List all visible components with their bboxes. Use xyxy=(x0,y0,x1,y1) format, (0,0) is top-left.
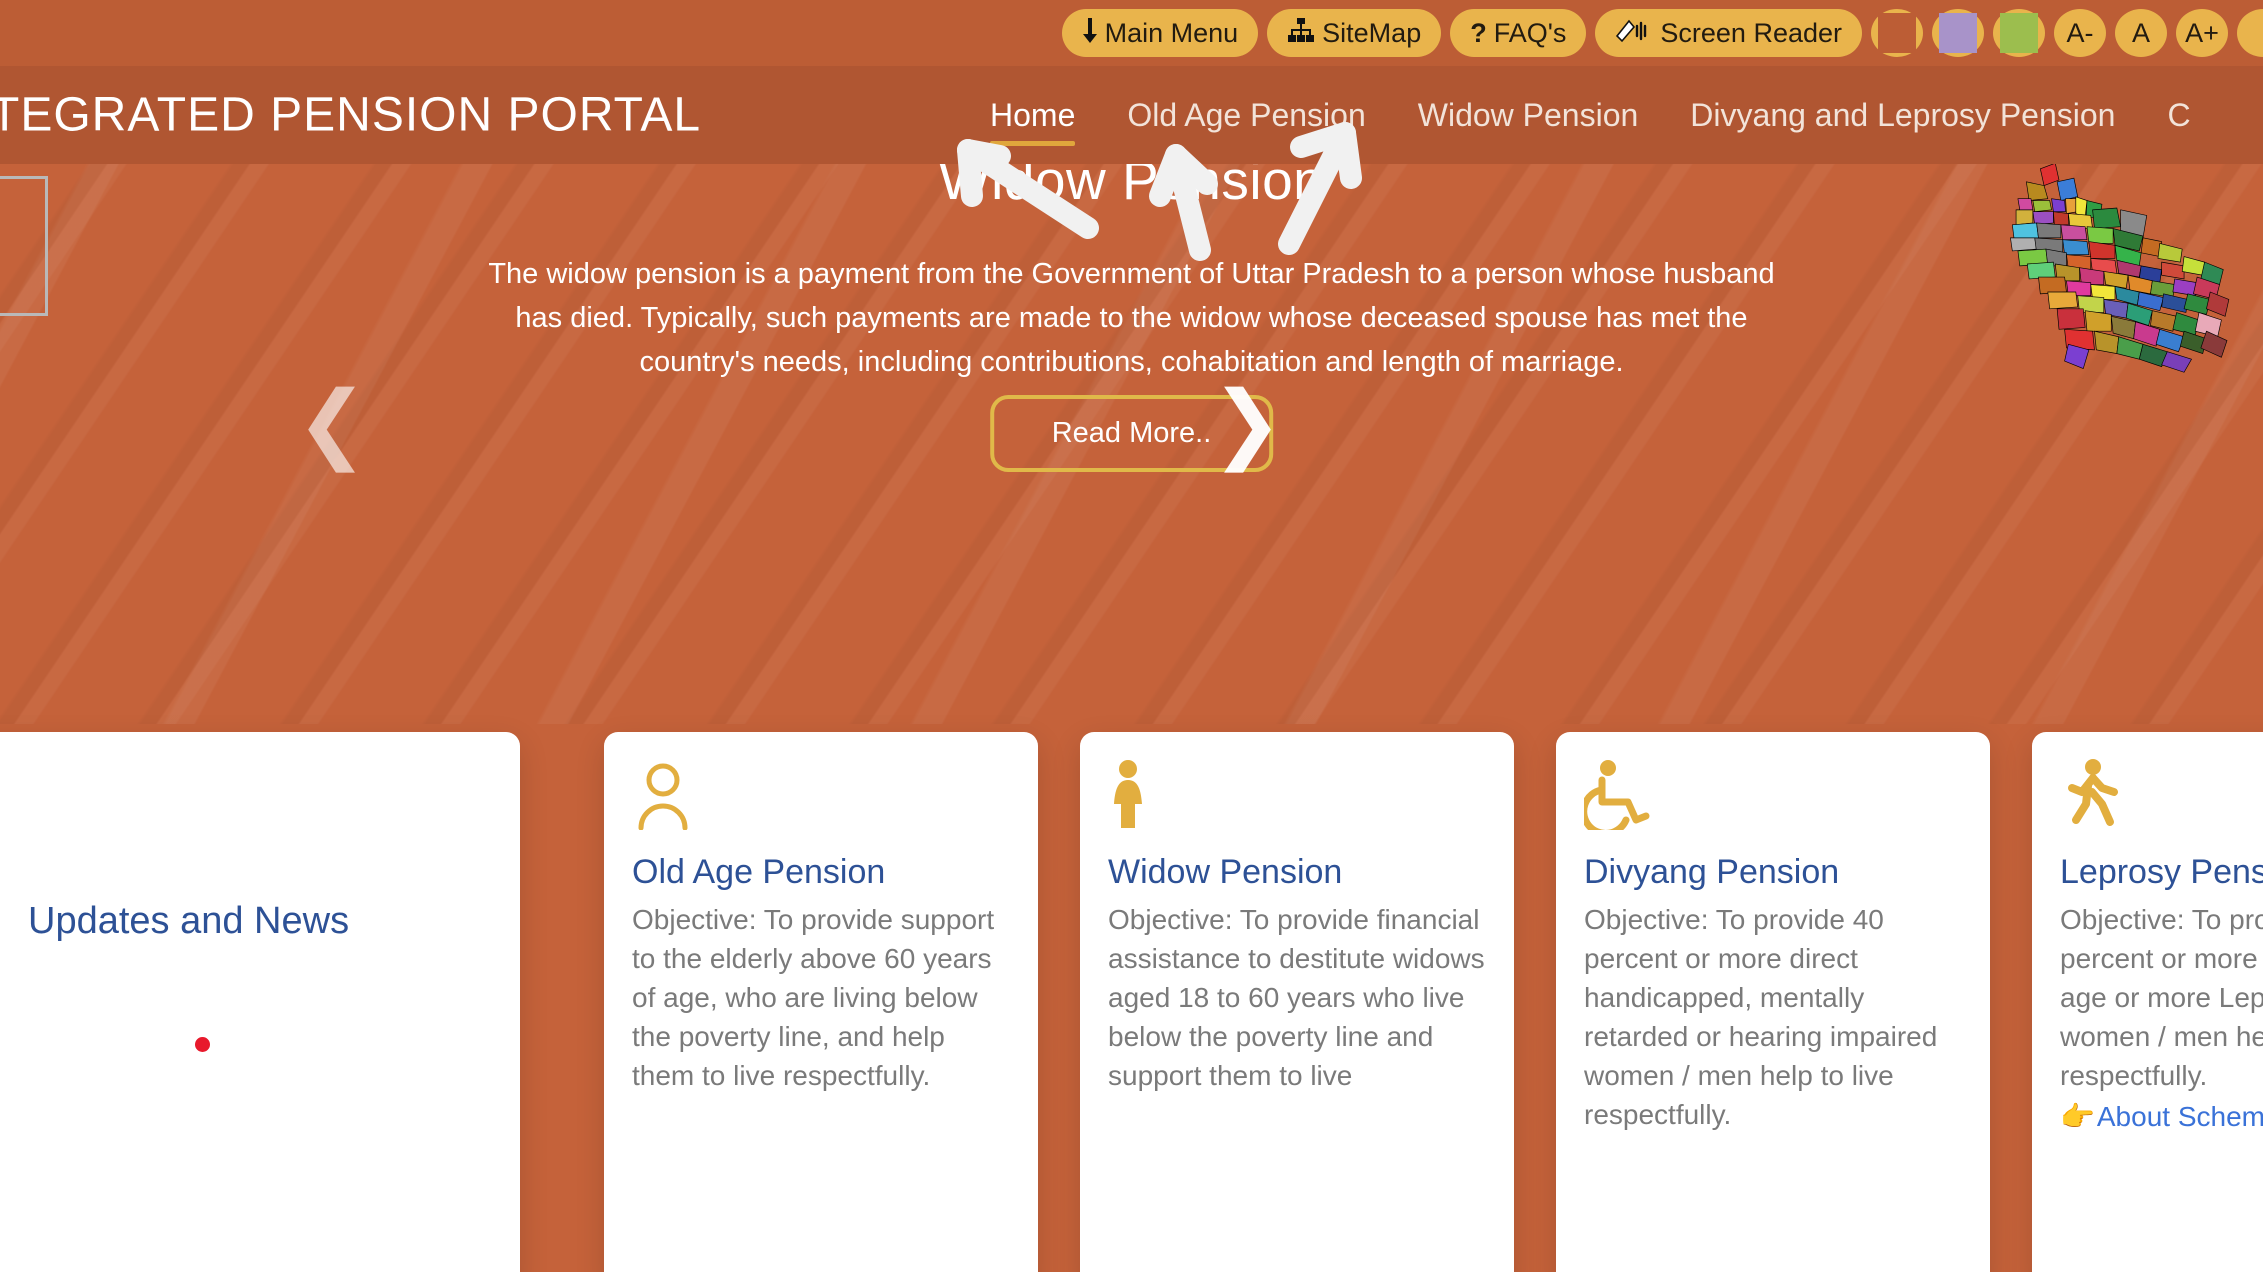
card-divyang-pension[interactable]: Divyang Pension Objective: To provide 40… xyxy=(1556,732,1990,1272)
font-increase-label: A+ xyxy=(2185,17,2219,48)
theme-orange-button[interactable] xyxy=(1871,9,1923,57)
nav-item-old-age-pension[interactable]: Old Age Pension xyxy=(1101,66,1391,164)
main-menu-label: Main Menu xyxy=(1104,17,1239,48)
person-icon xyxy=(632,758,1010,831)
faq-label: FAQ's xyxy=(1493,17,1567,48)
carousel-next-arrow-icon[interactable]: ❯ xyxy=(1211,380,1283,466)
hero-carousel: Widow Pension The widow pension is a pay… xyxy=(0,164,2263,724)
font-increase-button[interactable]: A+ xyxy=(2176,9,2228,57)
card-title-widow-pension: Widow Pension xyxy=(1108,853,1343,891)
font-normal-label: A xyxy=(2131,17,2150,48)
card-body-widow-pension: Objective: To provide financial assistan… xyxy=(1108,904,1485,1092)
question-mark-icon: ? xyxy=(1470,17,1487,48)
theme-purple-swatch xyxy=(1939,13,1977,53)
screen-reader-icon xyxy=(1615,18,1653,49)
card-title-divyang-pension: Divyang Pension xyxy=(1584,853,1840,891)
accessibility-toolbar-inner: Main Menu SiteMap ? FAQ's Screen Reader … xyxy=(1061,9,2263,57)
carousel-prev-arrow-icon[interactable]: ❮ xyxy=(296,380,368,466)
updates-and-news-title: Updates and News xyxy=(28,900,350,942)
card-widow-pension[interactable]: Widow Pension Objective: To provide fina… xyxy=(1080,732,1514,1272)
about-scheme-label: About Scheme xyxy=(2096,1100,2263,1132)
card-title-old-age-pension: Old Age Pension xyxy=(632,853,886,891)
site-header: INTEGRATED PENSION PORTAL Home Old Age P… xyxy=(0,66,2263,164)
walking-person-icon xyxy=(2060,758,2263,830)
nav-item-widow-pension[interactable]: Widow Pension xyxy=(1392,66,1665,164)
uttar-pradesh-map-image xyxy=(2010,164,2230,373)
font-decrease-label: A- xyxy=(2066,17,2094,48)
screen-reader-button[interactable]: Screen Reader xyxy=(1595,9,1862,57)
nav-item-divyang-and-leprosy-pension[interactable]: Divyang and Leprosy Pension xyxy=(1664,66,2141,164)
page-root: Main Menu SiteMap ? FAQ's Screen Reader … xyxy=(0,0,2263,1272)
card-title-leprosy-pension: Leprosy Pension xyxy=(2060,853,2263,891)
card-body-divyang-pension: Objective: To provide 40 percent or more… xyxy=(1584,904,1938,1130)
main-menu-button[interactable]: Main Menu xyxy=(1061,9,1259,57)
updates-and-news-panel: Updates and News xyxy=(0,732,520,1272)
faq-button[interactable]: ? FAQ's xyxy=(1450,9,1587,57)
updates-status-dot xyxy=(195,1037,210,1052)
card-old-age-pension[interactable]: Old Age Pension Objective: To provide su… xyxy=(604,732,1038,1272)
nav-item-truncated[interactable]: C xyxy=(2141,66,2216,164)
font-normal-button[interactable]: A xyxy=(2115,9,2167,57)
font-decrease-button[interactable]: A- xyxy=(2054,9,2106,57)
accessibility-toolbar: Main Menu SiteMap ? FAQ's Screen Reader … xyxy=(0,0,2263,66)
sitemap-label: SiteMap xyxy=(1322,17,1422,48)
card-body-leprosy-pension: Objective: To provide 40 percent or more… xyxy=(2060,904,2263,1092)
toolbar-overflow-button[interactable] xyxy=(2237,9,2263,57)
theme-purple-button[interactable] xyxy=(1932,9,1984,57)
sitemap-button[interactable]: SiteMap xyxy=(1267,9,1442,57)
woman-icon xyxy=(1108,758,1486,830)
theme-green-swatch xyxy=(2000,13,2038,53)
about-scheme-link[interactable]: 👉About Scheme xyxy=(2060,1100,2263,1133)
scheme-cards-strip: Updates and News Old Age Pension Objecti… xyxy=(0,724,2263,1272)
hero-description: The widow pension is a payment from the … xyxy=(488,258,1775,379)
sitemap-icon xyxy=(1287,17,1315,49)
nav-item-home[interactable]: Home xyxy=(964,66,1101,164)
broken-image-placeholder xyxy=(0,176,48,316)
theme-orange-swatch xyxy=(1878,13,1916,53)
site-brand-title: INTEGRATED PENSION PORTAL xyxy=(0,88,702,142)
card-leprosy-pension[interactable]: Leprosy Pension Objective: To provide 40… xyxy=(2032,732,2263,1272)
screen-reader-label: Screen Reader xyxy=(1660,17,1842,48)
theme-green-button[interactable] xyxy=(1993,9,2045,57)
download-arrow-icon xyxy=(1082,17,1098,49)
card-body-old-age-pension: Objective: To provide support to the eld… xyxy=(632,904,995,1092)
hero-title: Widow Pension xyxy=(938,164,1325,211)
main-navigation: Home Old Age Pension Widow Pension Divya… xyxy=(964,66,2217,164)
wheelchair-icon xyxy=(1580,758,1962,837)
pointing-hand-icon: 👉 xyxy=(2060,1100,2095,1132)
